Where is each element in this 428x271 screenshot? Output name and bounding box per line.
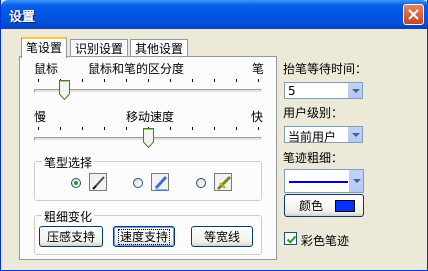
slider-tick xyxy=(236,79,237,82)
slider-tick xyxy=(126,79,127,82)
tab-pen-settings[interactable]: 笔设置 xyxy=(21,37,68,58)
pen-type-legend: 笔型选择 xyxy=(42,154,95,171)
resolution-center-label: 鼠标和笔的区分度 xyxy=(88,62,185,76)
color-button-label: 颜色 xyxy=(299,198,324,213)
lift-wait-value: 5 xyxy=(288,84,296,98)
color-stroke-checkbox[interactable] xyxy=(284,232,297,245)
slider-tick xyxy=(82,79,83,82)
user-level-label: 用户级别： xyxy=(283,106,344,120)
pen-settings-panel: 鼠标 鼠标和笔的区分度 笔 慢 移动速度 快 笔型选择 粗细变化 压感支持 速度… xyxy=(19,56,277,260)
equal-width-button[interactable]: 等宽线 xyxy=(191,226,253,247)
speed-slider-thumb[interactable] xyxy=(143,128,154,148)
checkmark-icon xyxy=(286,235,297,244)
tab-other-settings[interactable]: 其他设置 xyxy=(130,39,189,57)
slider-tick xyxy=(258,127,259,130)
pen-type-radio-1[interactable] xyxy=(71,178,81,188)
stroke-width-label: 笔迹粗细： xyxy=(283,151,344,165)
slider-tick xyxy=(38,127,39,130)
close-button[interactable] xyxy=(403,4,424,25)
slider-tick xyxy=(236,127,237,130)
user-level-select[interactable]: 当前用户 xyxy=(284,126,363,144)
resolution-left-label: 鼠标 xyxy=(34,62,59,76)
slider-tick xyxy=(170,127,171,130)
speed-right-label: 快 xyxy=(251,110,264,124)
settings-dialog: 设置 笔设置 识别设置 其他设置 鼠标 鼠标和笔的区分度 笔 慢 移动速度 快 … xyxy=(0,0,428,271)
slider-tick xyxy=(104,127,105,130)
close-icon xyxy=(408,9,419,20)
chevron-down-icon[interactable] xyxy=(348,170,363,192)
pen-type-radio-2[interactable] xyxy=(133,178,143,188)
thickness-change-group: 粗细变化 压感支持 速度支持 等宽线 xyxy=(34,208,262,255)
chevron-down-icon[interactable] xyxy=(347,127,362,142)
slider-tick xyxy=(258,79,259,82)
brush-icon[interactable] xyxy=(214,173,232,191)
pen-type-radio-3[interactable] xyxy=(196,178,206,188)
speed-left-label: 慢 xyxy=(34,110,47,124)
pressure-support-button[interactable]: 压感支持 xyxy=(39,226,103,247)
slider-tick xyxy=(60,127,61,130)
slider-tick xyxy=(192,127,193,130)
slider-tick xyxy=(104,79,105,82)
tab-recognition-settings[interactable]: 识别设置 xyxy=(70,39,129,57)
slider-tick xyxy=(214,127,215,130)
speed-center-label: 移动速度 xyxy=(126,110,175,124)
color-stroke-label: 彩色笔迹 xyxy=(301,234,350,248)
slider-tick xyxy=(82,127,83,130)
marker-icon[interactable] xyxy=(151,173,169,191)
lift-wait-label: 抬笔等待时间： xyxy=(283,62,368,76)
speed-support-button[interactable]: 速度支持 xyxy=(113,226,175,247)
thickness-change-legend: 粗细变化 xyxy=(42,208,95,225)
slider-tick xyxy=(214,79,215,82)
slider-tick xyxy=(126,127,127,130)
chevron-down-icon[interactable] xyxy=(347,83,362,98)
stroke-width-preview xyxy=(289,181,349,183)
color-button[interactable]: 颜色 xyxy=(284,194,364,217)
slider-tick xyxy=(148,79,149,82)
dialog-body: 笔设置 识别设置 其他设置 鼠标 鼠标和笔的区分度 笔 慢 移动速度 快 笔型选… xyxy=(4,29,425,268)
pen-type-group: 笔型选择 xyxy=(34,154,262,201)
slider-tick xyxy=(192,79,193,82)
user-level-value: 当前用户 xyxy=(288,130,337,144)
slider-tick xyxy=(38,79,39,82)
title-bar[interactable]: 设置 xyxy=(1,0,428,29)
stroke-width-select[interactable] xyxy=(284,169,364,193)
window-title: 设置 xyxy=(9,10,36,25)
lift-wait-select[interactable]: 5 xyxy=(284,82,363,99)
color-swatch xyxy=(335,200,355,212)
slider-tick xyxy=(170,79,171,82)
resolution-right-label: 笔 xyxy=(252,62,265,76)
resolution-slider-thumb[interactable] xyxy=(59,80,70,100)
pen-icon[interactable] xyxy=(89,173,107,191)
